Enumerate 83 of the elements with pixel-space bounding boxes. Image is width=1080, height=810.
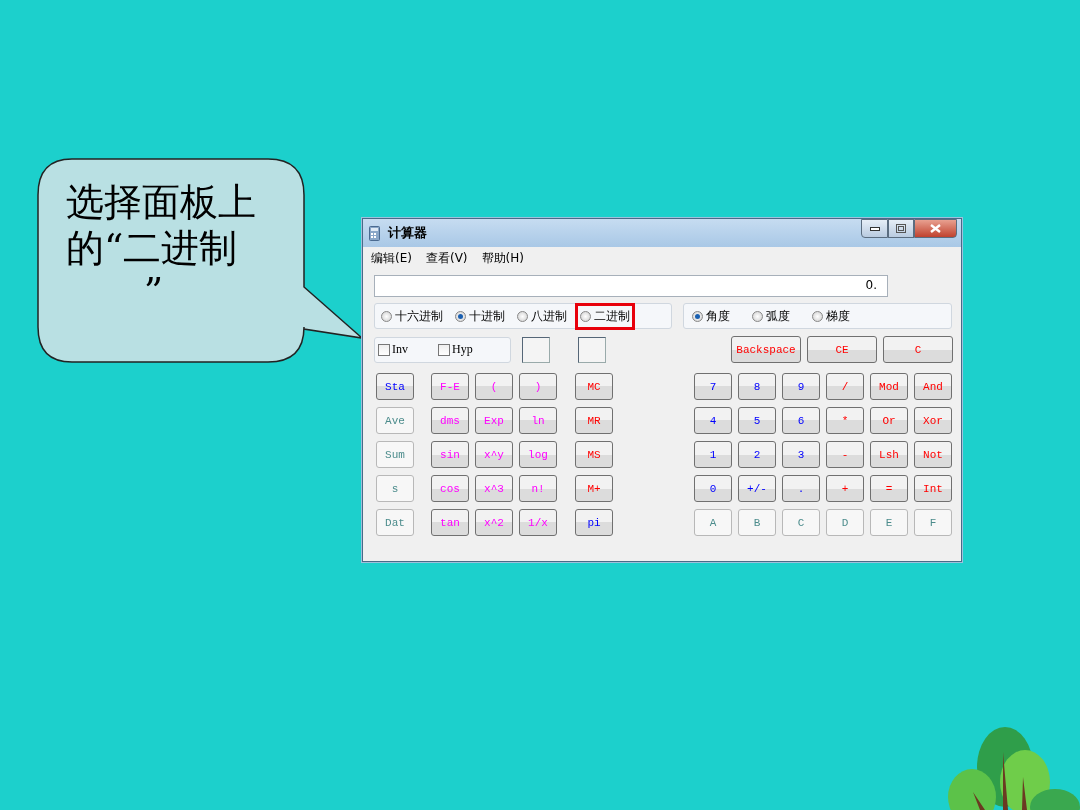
calculator-icon (369, 225, 380, 241)
calculator-key[interactable]: Xor (914, 407, 952, 434)
radio-option[interactable]: 十六进制 (377, 304, 447, 328)
radio-option[interactable]: 八进制 (513, 304, 571, 328)
calculator-key[interactable]: 3 (782, 441, 820, 468)
calculator-key[interactable]: And (914, 373, 952, 400)
calculator-key[interactable]: Backspace (731, 336, 801, 363)
calculator-key[interactable]: Or (870, 407, 908, 434)
radio-option[interactable]: 角度 (687, 304, 734, 328)
indicator-box (578, 336, 606, 363)
calculator-key[interactable]: log (519, 441, 557, 468)
calculator-key[interactable]: ln (519, 407, 557, 434)
calculator-key[interactable]: M+ (575, 475, 613, 502)
calculator-key[interactable]: F-E (431, 373, 469, 400)
calculator-key[interactable]: Int (914, 475, 952, 502)
calculator-key[interactable]: ) (519, 373, 557, 400)
minimize-icon (869, 226, 880, 231)
checkbox[interactable] (378, 343, 390, 356)
calculator-key[interactable]: Lsh (870, 441, 908, 468)
calculator-key[interactable]: CE (807, 336, 877, 363)
radio-button[interactable] (751, 310, 763, 322)
calculator-key[interactable]: sin (431, 441, 469, 468)
calculator-key[interactable]: MR (575, 407, 613, 434)
radio-option[interactable]: 十进制 (451, 304, 509, 328)
calculator-key[interactable]: / (826, 373, 864, 400)
calculator-key[interactable]: * (826, 407, 864, 434)
close-icon (930, 224, 941, 233)
calculator-key[interactable]: x^2 (475, 509, 513, 536)
calculator-key[interactable]: 0 (694, 475, 732, 502)
calculator-key[interactable]: pi (575, 509, 613, 536)
calculator-key[interactable]: 8 (738, 373, 776, 400)
calculator-key[interactable]: 6 (782, 407, 820, 434)
radio-button[interactable] (691, 310, 703, 322)
menu-item[interactable]: 编辑(E) (371, 249, 412, 267)
radio-button[interactable] (580, 310, 591, 322)
calculator-key[interactable]: Exp (475, 407, 513, 434)
maximize-button[interactable] (888, 219, 914, 238)
calculator-key[interactable]: 1/x (519, 509, 557, 536)
checkbox-option[interactable]: Inv (378, 342, 408, 357)
calculator-key[interactable]: C (883, 336, 953, 363)
menu-item[interactable]: 帮助(H) (481, 249, 524, 267)
checkbox-option[interactable]: Hyp (438, 342, 473, 357)
radio-option[interactable]: 弧度 (747, 304, 794, 328)
calculator-key[interactable]: 4 (694, 407, 732, 434)
calculator-key[interactable]: 7 (694, 373, 732, 400)
calculator-key[interactable]: 1 (694, 441, 732, 468)
calculator-key[interactable]: - (826, 441, 864, 468)
radio-button[interactable] (811, 310, 823, 322)
callout-text: 的“二进制 (66, 225, 238, 271)
calculator-key[interactable]: n! (519, 475, 557, 502)
callout-text: ” (143, 271, 164, 311)
maximize-icon (896, 224, 906, 233)
calculator-key[interactable]: +/- (738, 475, 776, 502)
calculator-key[interactable]: 5 (738, 407, 776, 434)
minimize-button[interactable] (861, 219, 888, 238)
calculator-key[interactable]: tan (431, 509, 469, 536)
close-button[interactable] (914, 219, 957, 238)
calculator-key[interactable]: ( (475, 373, 513, 400)
callout-text: 选择面板上 (66, 179, 256, 225)
calculator-key[interactable]: MS (575, 441, 613, 468)
calculator-key[interactable]: MC (575, 373, 613, 400)
window-title: 计算器 (388, 224, 428, 242)
calculator-key[interactable]: x^y (475, 441, 513, 468)
calculator-key[interactable]: Mod (870, 373, 908, 400)
radio-option[interactable]: 二进制 (575, 302, 635, 330)
indicator-box (522, 336, 550, 363)
display-field: 0. (374, 275, 888, 297)
checkbox[interactable] (438, 343, 450, 356)
radio-button[interactable] (455, 310, 466, 322)
calculator-key[interactable]: + (826, 475, 864, 502)
calculator-key[interactable]: 2 (738, 441, 776, 468)
radio-button[interactable] (517, 310, 528, 322)
calculator-key[interactable]: Not (914, 441, 952, 468)
calculator-key[interactable]: = (870, 475, 908, 502)
calculator-key[interactable]: . (782, 475, 820, 502)
calculator-key[interactable]: cos (431, 475, 469, 502)
calculator-key[interactable]: Sta (376, 373, 414, 400)
radio-button[interactable] (381, 310, 392, 322)
radio-option[interactable]: 梯度 (807, 304, 854, 328)
calculator-key[interactable]: 9 (782, 373, 820, 400)
menu-item[interactable]: 查看(V) (425, 249, 468, 267)
calculator-key[interactable]: x^3 (475, 475, 513, 502)
calculator-key[interactable]: dms (431, 407, 469, 434)
